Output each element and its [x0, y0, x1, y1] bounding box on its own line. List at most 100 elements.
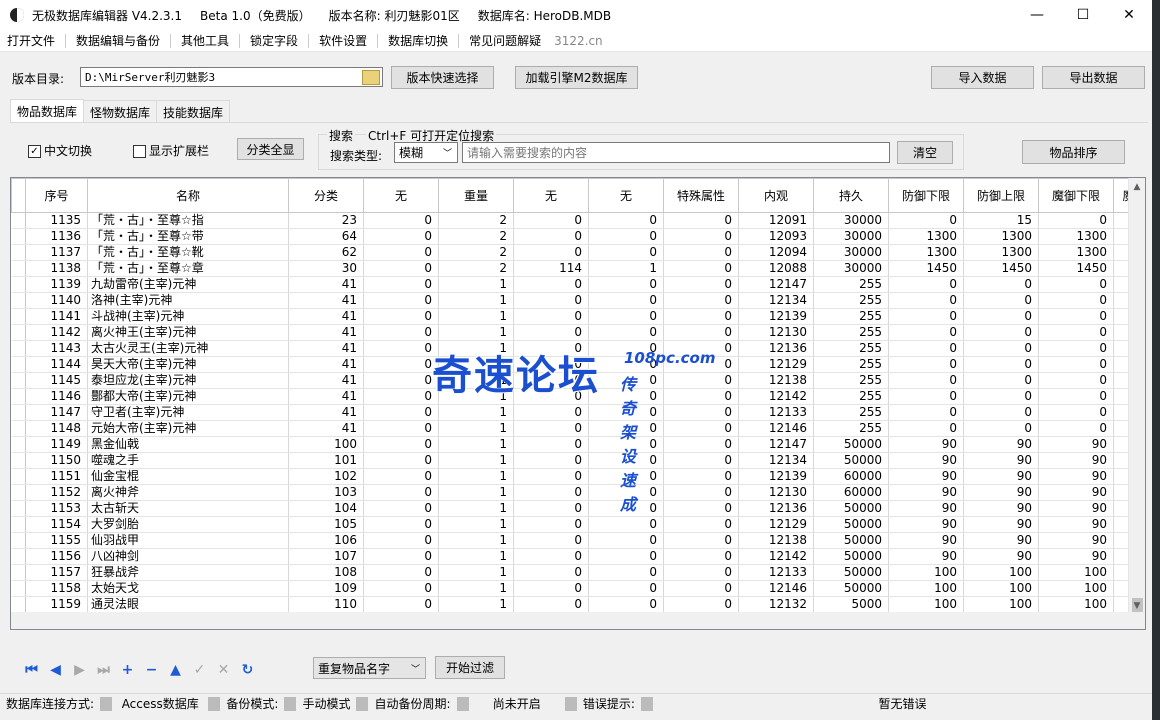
table-cell[interactable]: 0 — [513, 276, 589, 293]
table-cell[interactable]: 1151 — [25, 468, 88, 485]
table-cell[interactable]: 255 — [813, 276, 889, 293]
load-engine-button[interactable]: 加载引擎M2数据库 — [515, 66, 638, 89]
table-cell[interactable]: 1450 — [1038, 260, 1114, 277]
table-cell[interactable]: 100 — [288, 436, 364, 453]
table-cell[interactable]: 0 — [588, 244, 664, 261]
table-row[interactable]: 1154 大罗剑胎 105 0 1 0 0 0 12129 50000 90 90 90 — [11, 516, 1144, 533]
row-indicator[interactable] — [11, 564, 26, 581]
table-cell[interactable]: 41 — [288, 340, 364, 357]
tab-skills[interactable]: 技能数据库 — [156, 100, 231, 122]
table-cell[interactable]: 1155 — [25, 532, 88, 549]
items-data-grid[interactable]: 序号名称分类无重量无无特殊属性内观持久防御下限防御上限魔御下限魔 1135「荒・… — [10, 177, 1146, 630]
table-cell[interactable]: 0 — [663, 388, 739, 405]
table-cell[interactable]: 大罗剑胎 — [87, 516, 289, 533]
refresh-icon[interactable]: ↻ — [238, 660, 257, 679]
table-cell[interactable]: 0 — [363, 212, 439, 229]
tab-items[interactable]: 物品数据库 — [10, 99, 85, 122]
table-cell[interactable]: 0 — [513, 532, 589, 549]
table-cell[interactable]: 0 — [1038, 420, 1114, 437]
table-cell[interactable]: 0 — [663, 308, 739, 325]
table-cell[interactable]: 30000 — [813, 244, 889, 261]
table-cell[interactable]: 255 — [813, 388, 889, 405]
table-cell[interactable]: 1146 — [25, 388, 88, 405]
table-cell[interactable]: 离火神斧 — [87, 484, 289, 501]
item-sort-button[interactable]: 物品排序 — [1022, 140, 1125, 164]
grid-vertical-scrollbar[interactable]: ▲ ▼ — [1128, 178, 1145, 629]
table-cell[interactable]: 0 — [1038, 308, 1114, 325]
grid-horizontal-scrollbar[interactable] — [11, 612, 1130, 629]
table-cell[interactable]: 0 — [363, 228, 439, 245]
table-cell[interactable]: 12136 — [738, 500, 814, 517]
table-cell[interactable]: 1140 — [25, 292, 88, 309]
table-row[interactable]: 1147 守卫者(主宰)元神 41 0 1 0 0 0 12133 255 0 0 0 — [11, 404, 1144, 421]
table-cell[interactable]: 0 — [888, 292, 964, 309]
table-cell[interactable]: 41 — [288, 388, 364, 405]
table-cell[interactable]: 1147 — [25, 404, 88, 421]
table-cell[interactable]: 太古斩天 — [87, 500, 289, 517]
table-cell[interactable]: 90 — [1038, 532, 1114, 549]
table-cell[interactable]: 50000 — [813, 516, 889, 533]
table-cell[interactable]: 0 — [513, 372, 589, 389]
table-cell[interactable]: 0 — [513, 564, 589, 581]
table-cell[interactable]: 1157 — [25, 564, 88, 581]
table-cell[interactable]: 1 — [438, 596, 514, 613]
table-cell[interactable]: 41 — [288, 308, 364, 325]
table-cell[interactable]: 64 — [288, 228, 364, 245]
table-cell[interactable]: 1138 — [25, 260, 88, 277]
row-indicator[interactable] — [11, 292, 26, 309]
table-cell[interactable]: 0 — [963, 324, 1039, 341]
table-cell[interactable]: 2 — [438, 260, 514, 277]
table-cell[interactable]: 酆都大帝(主宰)元神 — [87, 388, 289, 405]
filter-type-select[interactable]: 重复物品名字 ﹀ — [313, 657, 426, 679]
table-cell[interactable]: 0 — [513, 292, 589, 309]
table-cell[interactable]: 0 — [363, 292, 439, 309]
table-cell[interactable]: 0 — [1038, 292, 1114, 309]
table-cell[interactable]: 八凶神剑 — [87, 548, 289, 565]
table-cell[interactable]: 1 — [438, 516, 514, 533]
table-cell[interactable]: 0 — [888, 340, 964, 357]
table-cell[interactable]: 41 — [288, 356, 364, 373]
table-cell[interactable]: 1148 — [25, 420, 88, 437]
row-indicator[interactable] — [11, 340, 26, 357]
table-cell[interactable]: 104 — [288, 500, 364, 517]
table-cell[interactable]: 0 — [513, 324, 589, 341]
table-row[interactable]: 1140 洛神(主宰)元神 41 0 1 0 0 0 12134 255 0 0 0 — [11, 292, 1144, 309]
table-cell[interactable]: 1 — [438, 548, 514, 565]
table-cell[interactable]: 255 — [813, 356, 889, 373]
row-indicator[interactable] — [11, 404, 26, 421]
table-cell[interactable]: 0 — [363, 548, 439, 565]
table-cell[interactable]: 12088 — [738, 260, 814, 277]
table-cell[interactable]: 0 — [1038, 276, 1114, 293]
show-ext-checkbox[interactable]: 显示扩展栏 — [133, 142, 209, 159]
table-cell[interactable]: 5000 — [813, 596, 889, 613]
table-cell[interactable]: 仙金宝棍 — [87, 468, 289, 485]
table-row[interactable]: 1159 通灵法眼 110 0 1 0 0 0 12132 5000 100 100 100 — [11, 596, 1144, 613]
table-cell[interactable]: 0 — [1038, 404, 1114, 421]
table-cell[interactable]: 255 — [813, 420, 889, 437]
table-cell[interactable]: 1300 — [1038, 244, 1114, 261]
table-cell[interactable]: 0 — [663, 532, 739, 549]
table-cell[interactable]: 255 — [813, 292, 889, 309]
table-cell[interactable]: 90 — [1038, 516, 1114, 533]
table-cell[interactable]: 1139 — [25, 276, 88, 293]
table-cell[interactable]: 0 — [888, 324, 964, 341]
table-row[interactable]: 1149 黑金仙戟 100 0 1 0 0 0 12147 50000 90 90 90 — [11, 436, 1144, 453]
table-cell[interactable]: 50000 — [813, 436, 889, 453]
table-row[interactable]: 1152 离火神斧 103 0 1 0 0 0 12130 60000 90 90 90 — [11, 484, 1144, 501]
table-cell[interactable]: 1158 — [25, 580, 88, 597]
table-cell[interactable]: 12147 — [738, 276, 814, 293]
table-cell[interactable]: 0 — [363, 436, 439, 453]
table-cell[interactable]: 1142 — [25, 324, 88, 341]
table-cell[interactable]: 0 — [963, 404, 1039, 421]
table-cell[interactable]: 0 — [363, 516, 439, 533]
table-cell[interactable]: 90 — [963, 532, 1039, 549]
table-cell[interactable]: 1136 — [25, 228, 88, 245]
table-cell[interactable]: 255 — [813, 340, 889, 357]
table-cell[interactable]: 0 — [663, 212, 739, 229]
table-row[interactable]: 1142 离火神王(主宰)元神 41 0 1 0 0 0 12130 255 0 0 0 — [11, 324, 1144, 341]
table-row[interactable]: 1145 泰坦应龙(主宰)元神 41 0 1 0 0 0 12138 255 0 0 0 — [11, 372, 1144, 389]
table-cell[interactable]: 0 — [588, 516, 664, 533]
table-cell[interactable]: 90 — [1038, 452, 1114, 469]
table-cell[interactable]: 0 — [888, 356, 964, 373]
table-cell[interactable]: 100 — [1038, 580, 1114, 597]
